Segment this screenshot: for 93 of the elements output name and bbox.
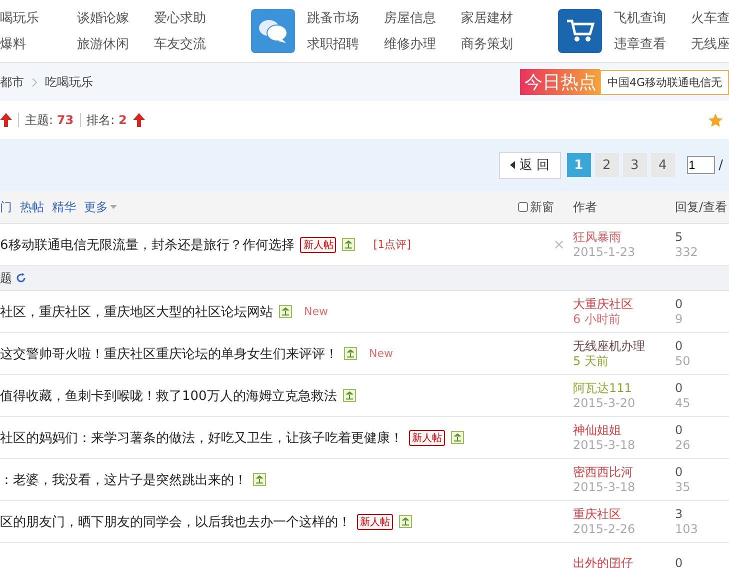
column-header: 作者 bbox=[573, 198, 598, 216]
image-icon bbox=[344, 347, 357, 360]
reply-count: 3 bbox=[675, 506, 684, 522]
section-label: 题 bbox=[0, 270, 12, 286]
nav-link[interactable]: 爆料 bbox=[0, 35, 77, 53]
reply-count: 0 bbox=[675, 422, 684, 438]
new-user-tag: 新人帖 bbox=[357, 514, 393, 530]
filter-link[interactable]: 热帖 bbox=[20, 198, 44, 216]
view-count: 332 bbox=[675, 244, 699, 260]
post-date: 2015-1-23 bbox=[573, 244, 636, 260]
up-arrow-icon bbox=[132, 113, 145, 127]
author-link[interactable]: 神仙姐姐 bbox=[573, 422, 675, 438]
post-date: 5 天前 bbox=[573, 354, 610, 368]
up-arrow-icon bbox=[0, 113, 12, 127]
caret-down-icon bbox=[110, 205, 117, 209]
thread-title-link[interactable]: 这交警帅哥火啦！重庆社区重庆论坛的单身女生们来评评！ bbox=[0, 344, 338, 362]
nav-link[interactable]: 求职招聘 bbox=[307, 35, 384, 53]
page-separator: / bbox=[718, 158, 723, 172]
author-link[interactable]: 无线座机办理 bbox=[573, 338, 675, 354]
thread-title-link[interactable]: 值得收藏，鱼刺卡到喉咙！救了100万人的海姆立克急救法 bbox=[0, 386, 337, 404]
nav-link[interactable]: 爱心求助 bbox=[154, 9, 231, 27]
refresh-icon[interactable] bbox=[16, 273, 26, 283]
new-window-checkbox[interactable] bbox=[518, 202, 528, 212]
view-count: 26 bbox=[675, 438, 692, 452]
thread-title-link[interactable]: 社区，重庆社区，重庆地区大型的社区论坛网站 bbox=[0, 302, 273, 320]
post-date: 2015-3-20 bbox=[573, 396, 636, 410]
new-label: New bbox=[369, 347, 393, 360]
image-icon bbox=[342, 238, 356, 251]
back-button[interactable]: 返 回 bbox=[499, 152, 561, 178]
cart-icon[interactable] bbox=[558, 9, 602, 53]
chevron-right-icon bbox=[32, 78, 37, 86]
nav-link[interactable]: 房屋信息 bbox=[384, 9, 461, 27]
page-input[interactable]: 1 bbox=[686, 156, 715, 174]
breadcrumb-link[interactable]: 吃喝玩乐 bbox=[45, 74, 93, 90]
column-header: 回复/查看 bbox=[675, 198, 728, 216]
page-button[interactable]: 3 bbox=[622, 153, 647, 177]
author-link[interactable]: 密西西比河 bbox=[573, 464, 675, 480]
image-icon bbox=[342, 389, 356, 402]
view-count: 103 bbox=[675, 522, 699, 536]
thread-title-link[interactable]: 6移动联通电信无限流量，封杀还是旅行？作何选择 bbox=[0, 236, 294, 254]
image-icon bbox=[451, 431, 464, 444]
nav-link[interactable]: 跳蚤市场 bbox=[307, 9, 384, 27]
view-count: 50 bbox=[675, 354, 692, 368]
reply-count: 0 bbox=[675, 296, 684, 312]
reply-count: 0 bbox=[675, 338, 684, 354]
image-icon bbox=[399, 515, 412, 528]
reply-count: 5 bbox=[675, 230, 684, 244]
nav-link[interactable]: 违章查看 bbox=[614, 35, 691, 53]
checkbox-label: 新窗 bbox=[530, 198, 554, 216]
page-button[interactable]: 2 bbox=[594, 153, 619, 177]
nav-link[interactable]: 飞机查询 bbox=[614, 9, 691, 27]
news-ticker[interactable]: 中国4G移动联通电信无 bbox=[600, 70, 729, 94]
view-count: 45 bbox=[675, 396, 692, 410]
nav-link[interactable]: 火车查 bbox=[691, 9, 729, 27]
nav-link[interactable]: 维修办理 bbox=[384, 35, 461, 53]
nav-link[interactable]: 商务策划 bbox=[461, 35, 538, 53]
post-date: 2015-3-18 bbox=[573, 480, 636, 494]
nav-link[interactable]: 车友交流 bbox=[154, 35, 231, 53]
reply-count: 0 bbox=[675, 380, 684, 396]
post-date: 6 小时前 bbox=[573, 312, 622, 326]
thread-title-link[interactable]: ：老婆，我没看，这片子是突然跳出来的！ bbox=[0, 470, 247, 488]
page-button[interactable]: 4 bbox=[650, 153, 675, 177]
new-label: New bbox=[304, 305, 328, 318]
comment-count-link[interactable]: [1点评] bbox=[373, 237, 411, 252]
reply-count: 0 bbox=[675, 556, 684, 568]
stat-text: 排名: 2 bbox=[86, 112, 127, 128]
post-date: 2015-2-26 bbox=[573, 522, 636, 536]
image-icon bbox=[253, 473, 266, 486]
stat-text: 主题: 73 bbox=[25, 112, 74, 128]
star-icon[interactable] bbox=[708, 112, 723, 128]
nav-link[interactable]: 旅游休闲 bbox=[77, 35, 154, 53]
reply-count: 0 bbox=[675, 464, 684, 480]
thread-title-link[interactable]: 区的朋友门，晒下朋友的同学会，以后我也去办一个这样的！ bbox=[0, 512, 351, 530]
author-link[interactable]: 重庆社区 bbox=[573, 506, 675, 522]
nav-link[interactable]: 家居建材 bbox=[461, 9, 538, 27]
nav-link[interactable]: 喝玩乐 bbox=[0, 9, 77, 27]
hot-topics-label: 今日热点 bbox=[520, 69, 600, 95]
caret-left-icon bbox=[510, 161, 516, 169]
new-user-tag: 新人帖 bbox=[409, 430, 445, 446]
filter-link[interactable]: 精华 bbox=[52, 198, 76, 216]
chat-bubbles-icon[interactable] bbox=[251, 9, 295, 53]
filter-link[interactable]: 更多 bbox=[84, 198, 117, 216]
image-icon bbox=[279, 305, 292, 318]
nav-link[interactable]: 谈婚论嫁 bbox=[77, 9, 154, 27]
breadcrumb-link[interactable]: 都市 bbox=[0, 74, 24, 90]
author-link[interactable]: 狂风暴雨 bbox=[573, 230, 675, 244]
view-count: 9 bbox=[675, 312, 684, 326]
author-link[interactable]: 大重庆社区 bbox=[573, 296, 675, 312]
new-user-tag: 新人帖 bbox=[300, 236, 336, 252]
filter-link[interactable]: 门 bbox=[0, 198, 12, 216]
post-date: 2015-3-18 bbox=[573, 438, 636, 452]
thread-title-link[interactable]: 社区的妈妈们：来学习薯条的做法，好吃又卫生，让孩子吃着更健康！ bbox=[0, 428, 403, 446]
view-count: 35 bbox=[675, 480, 692, 494]
